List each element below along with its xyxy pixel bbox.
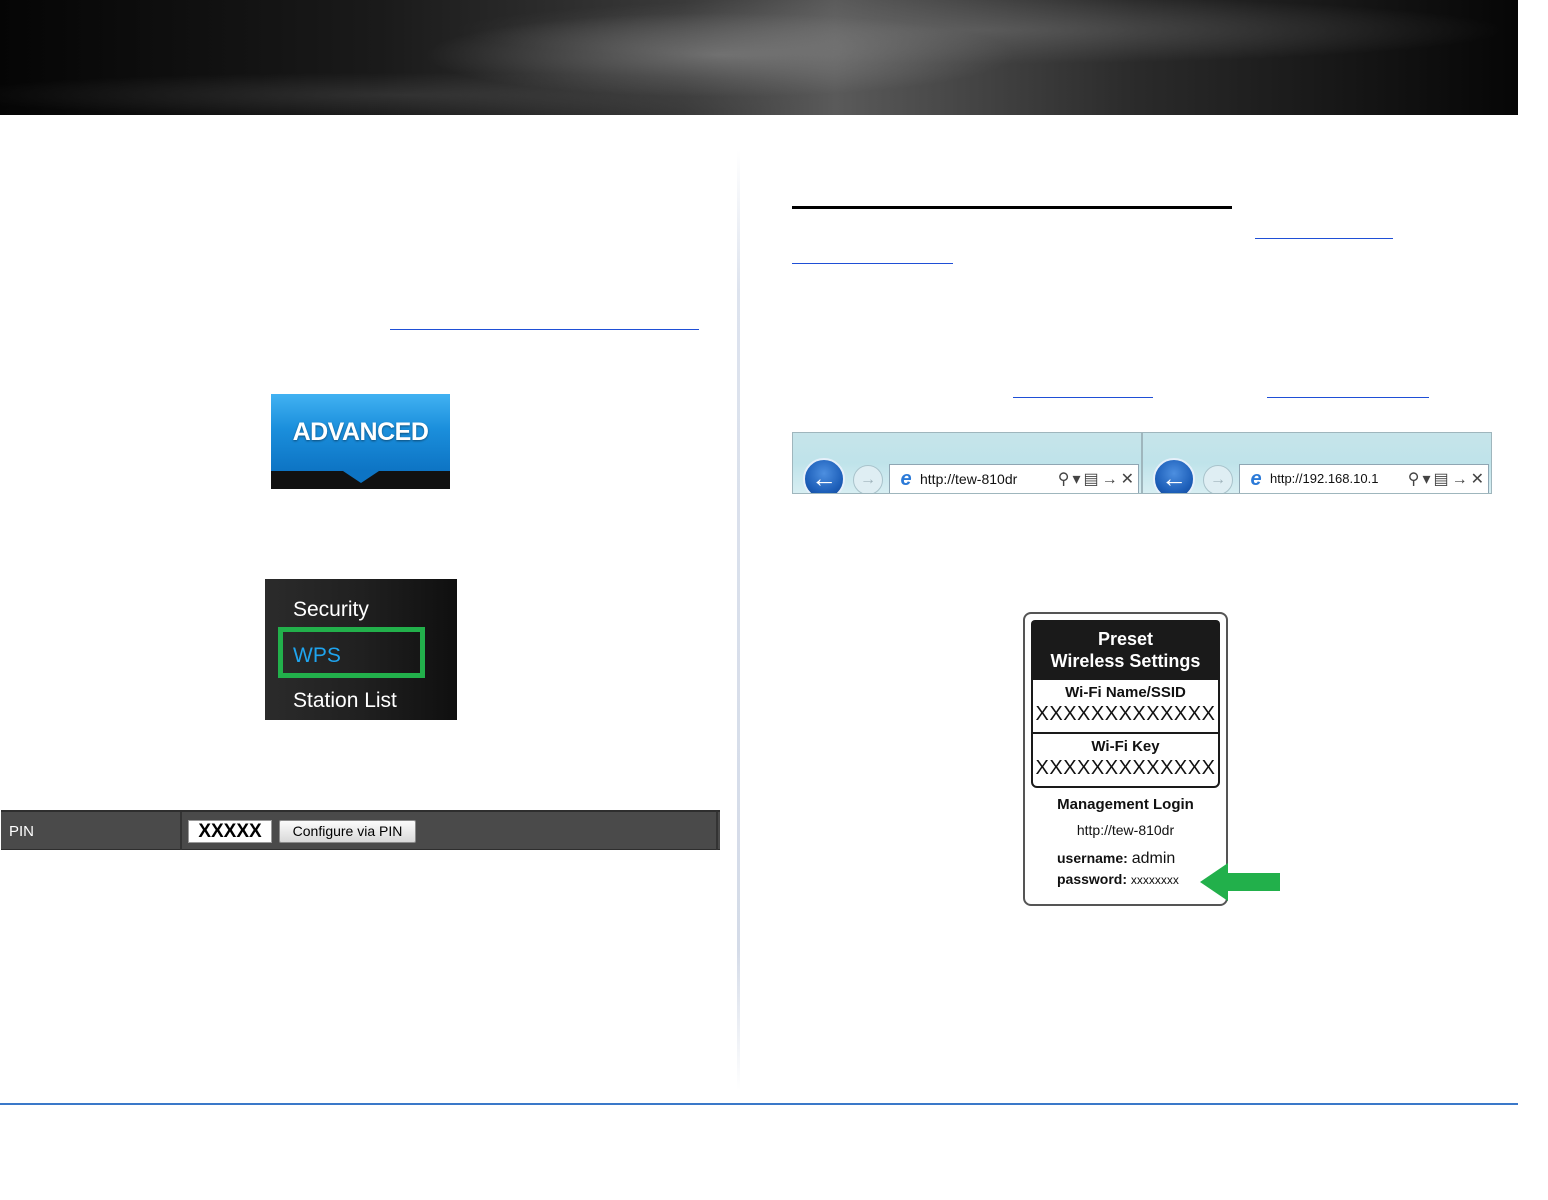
pin-row: PIN XXXXX Configure via PIN [1, 810, 720, 850]
section-heading-underline [792, 206, 1232, 209]
browser-toolbar-ip: ← → e http://192.168.10.1 ⚲ ▾ ▤ → ✕ [1142, 432, 1492, 494]
back-arrow-icon[interactable]: ← [803, 458, 845, 493]
menu-item-security[interactable]: Security [293, 598, 369, 622]
configure-via-pin-button[interactable]: Configure via PIN [279, 820, 416, 843]
search-icon[interactable]: ⚲ [1408, 469, 1420, 489]
go-arrow-icon[interactable]: → [1452, 471, 1468, 489]
wireless-submenu: Security WPS Station List [265, 579, 457, 720]
internet-explorer-icon: e [1250, 468, 1262, 490]
hyperlink-underline[interactable] [792, 263, 953, 264]
hyperlink-underline[interactable] [1267, 397, 1429, 398]
stop-icon[interactable]: ✕ [1471, 469, 1484, 489]
password-line: password: xxxxxxxx [1057, 871, 1179, 887]
ssid-section: Wi-Fi Name/SSID XXXXXXXXXXXXX [1031, 678, 1220, 734]
forward-arrow-icon[interactable]: → [853, 465, 883, 493]
wifi-key-value: XXXXXXXXXXXXX [1035, 757, 1216, 779]
password-value: xxxxxxxx [1130, 873, 1179, 887]
ssid-title: Wi-Fi Name/SSID [1065, 684, 1186, 701]
green-arrow-icon [1200, 863, 1280, 901]
username-line: username: admin [1057, 850, 1175, 868]
advanced-tab-button[interactable]: ADVANCED [271, 394, 450, 489]
stop-icon[interactable]: ✕ [1121, 469, 1134, 489]
address-bar[interactable]: e http://192.168.10.1 ⚲ ▾ ▤ → ✕ [1239, 464, 1489, 493]
menu-item-station-list[interactable]: Station List [293, 689, 397, 713]
search-icon[interactable]: ⚲ [1058, 469, 1070, 489]
forward-arrow-icon[interactable]: → [1203, 465, 1233, 493]
password-label: password: [1057, 871, 1128, 887]
address-text[interactable]: http://tew-810dr [920, 471, 1017, 487]
wifi-key-section: Wi-Fi Key XXXXXXXXXXXXX [1031, 732, 1220, 788]
address-text[interactable]: http://192.168.10.1 [1270, 471, 1378, 486]
hyperlink-underline[interactable] [1013, 397, 1153, 398]
header-banner [0, 0, 1518, 115]
dropdown-icon[interactable]: ▾ [1422, 469, 1430, 489]
card-heading: Preset Wireless Settings [1031, 620, 1220, 680]
cell-divider [180, 812, 182, 850]
management-login-title: Management Login [1057, 796, 1194, 813]
internet-explorer-icon: e [900, 468, 912, 490]
ssid-value: XXXXXXXXXXXXX [1035, 703, 1216, 725]
management-url: http://tew-810dr [1076, 822, 1175, 838]
username-value: admin [1131, 850, 1176, 867]
compatibility-view-icon[interactable]: ▤ [1433, 469, 1448, 489]
go-arrow-icon[interactable]: → [1102, 471, 1118, 489]
address-tools: ⚲ ▾ ▤ → ✕ [1405, 469, 1484, 489]
wifi-key-title: Wi-Fi Key [1091, 738, 1160, 755]
pin-label: PIN [9, 823, 35, 840]
pin-input[interactable]: XXXXX [188, 820, 272, 843]
username-label: username: [1057, 850, 1128, 866]
browser-toolbar-hostname: ← → e http://tew-810dr ⚲ ▾ ▤ → ✕ [792, 432, 1142, 494]
column-divider [737, 150, 740, 1090]
card-heading-line2: Wireless Settings [1050, 651, 1201, 671]
address-tools: ⚲ ▾ ▤ → ✕ [1055, 469, 1134, 489]
dropdown-icon[interactable]: ▾ [1072, 469, 1080, 489]
footer-rule [0, 1103, 1518, 1105]
wps-highlight-box [278, 627, 425, 678]
address-bar[interactable]: e http://tew-810dr ⚲ ▾ ▤ → ✕ [889, 464, 1139, 493]
back-arrow-icon[interactable]: ← [1153, 458, 1195, 493]
hyperlink-underline[interactable] [390, 329, 699, 330]
card-heading-line1: Preset [1097, 629, 1154, 649]
compatibility-view-icon[interactable]: ▤ [1083, 469, 1098, 489]
hyperlink-underline[interactable] [1255, 238, 1393, 239]
advanced-button-label: ADVANCED [292, 418, 429, 446]
cell-divider [716, 812, 718, 850]
pointer-notch [343, 471, 379, 483]
